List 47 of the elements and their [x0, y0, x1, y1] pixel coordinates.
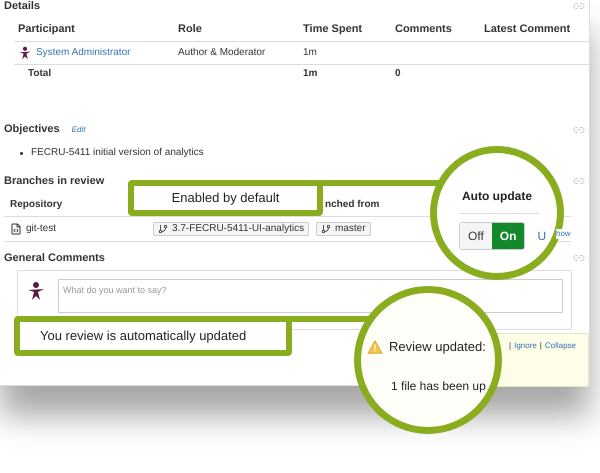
- column-header: Participant: [18, 23, 75, 35]
- separator-text: |: [509, 340, 512, 352]
- auto-update-title: Auto update: [459, 187, 539, 214]
- column-header: Role: [178, 23, 202, 35]
- column-header: Time Spent: [303, 23, 362, 35]
- section-title: Objectives: [4, 123, 60, 135]
- table-cell: 1m: [303, 68, 318, 80]
- separator-text: |: [540, 340, 542, 352]
- table-cell: 1m: [303, 47, 317, 59]
- section-title: Branches in review: [4, 175, 104, 187]
- warning-icon: [367, 340, 383, 354]
- total-label: Total: [28, 68, 52, 80]
- column-header: Comments: [395, 23, 452, 35]
- user-avatar-icon: [18, 46, 32, 60]
- show-link[interactable]: U: [537, 227, 546, 245]
- notification-link[interactable]: Ignore: [514, 340, 537, 352]
- notification-title: Review updated:: [389, 338, 486, 356]
- callout-label: You review is automatically updated: [14, 316, 292, 356]
- show-link[interactable]: how: [556, 229, 571, 239]
- branch-tag[interactable]: 3.7-FECRU-5411-UI-analytics: [153, 222, 310, 236]
- participant-link[interactable]: System Administrator: [36, 47, 130, 59]
- branch-icon: [321, 224, 331, 234]
- table-cell: 0: [395, 68, 401, 80]
- column-header: Latest Comment: [484, 23, 570, 35]
- link-icon[interactable]: [573, 175, 585, 187]
- link-icon[interactable]: [573, 252, 585, 264]
- notification-message: 1 file has been up: [391, 378, 487, 394]
- toggle-option[interactable]: Off: [460, 223, 492, 249]
- column-header: nched from: [325, 199, 380, 211]
- user-avatar-icon: [26, 281, 46, 301]
- toggle-option[interactable]: On: [492, 223, 524, 249]
- repository-icon: [10, 223, 22, 235]
- section-title: Details: [4, 0, 40, 12]
- notification-link[interactable]: Collapse: [544, 340, 576, 352]
- branch-icon: [158, 224, 168, 234]
- table-cell: Author & Moderator: [178, 47, 266, 59]
- column-header: Repository: [10, 199, 62, 211]
- link-icon[interactable]: [573, 0, 585, 12]
- edit-link[interactable]: Edit: [72, 124, 86, 136]
- objective-text: FECRU-5411 initial version of analytics: [31, 147, 204, 159]
- comment-input[interactable]: What do you want to say?: [58, 279, 563, 313]
- branch-tag[interactable]: master: [316, 222, 371, 236]
- toggle-switch[interactable]: Off On: [459, 222, 526, 250]
- callout-label: Enabled by default: [128, 180, 323, 216]
- bullet-icon: [20, 152, 23, 154]
- section-title: General Comments: [4, 252, 105, 264]
- repository-name: git-test: [26, 223, 56, 235]
